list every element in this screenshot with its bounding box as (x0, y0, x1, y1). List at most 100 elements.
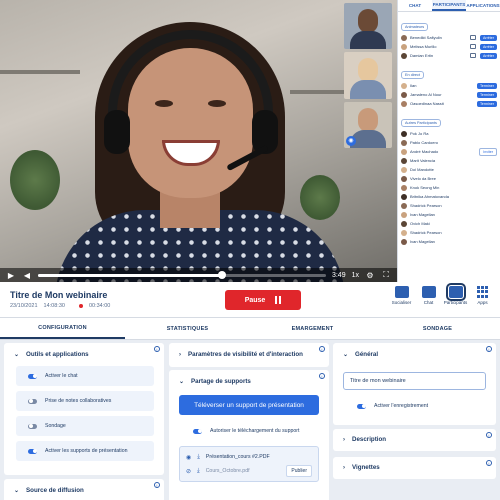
main-tab-configuration[interactable]: CONFIGURATION (0, 318, 125, 339)
fullscreen-icon[interactable]: ⛶ (381, 270, 391, 280)
settings-section-header[interactable]: › Description (333, 429, 496, 450)
main-tab-sondage[interactable]: SONDAGE (375, 318, 500, 339)
participant-row[interactable]: Knok Seong Min (401, 183, 497, 192)
tool-option-row[interactable]: Prise de notes collaboratives (16, 391, 154, 411)
participant-row[interactable]: Vivelo da Bree (401, 174, 497, 183)
screen-share-icon[interactable] (470, 35, 477, 40)
record-switch[interactable] (357, 403, 366, 409)
screen-share-icon[interactable] (470, 44, 477, 49)
info-icon[interactable]: i (319, 373, 325, 379)
main-tab-statistiques[interactable]: STATISTIQUES (125, 318, 250, 339)
video-progress-knob[interactable] (218, 270, 227, 279)
participant-avatar (401, 220, 407, 227)
screen-share-icon[interactable] (470, 53, 477, 58)
recording-time: 00:34:00 (88, 303, 111, 309)
participant-action-button[interactable]: Arrêter (480, 43, 497, 50)
speaker-thumbnail[interactable] (344, 3, 392, 50)
participant-action-button[interactable]: Terminer (477, 100, 497, 107)
info-icon[interactable]: i (486, 346, 492, 352)
eye-icon[interactable]: ◉ (186, 454, 191, 461)
webinar-title-input[interactable]: Titre de mon webinaire (343, 372, 486, 390)
participant-row[interactable]: Ovich Maki (401, 219, 497, 228)
file-row[interactable]: ⊘ ⤓ Cours_Octobre.pdf Publier (186, 464, 312, 478)
speaker-thumbnail[interactable]: ◉ (344, 101, 392, 148)
participant-row[interactable]: Benedikt Safiyulin Arrêter (401, 33, 497, 42)
allow-download-switch[interactable] (193, 428, 202, 434)
volume-icon[interactable]: ◀ (22, 270, 32, 280)
share-supports-header[interactable]: ⌄ Partage de supports (169, 370, 329, 393)
play-icon[interactable]: ▶ (6, 270, 16, 280)
panel-tabs: CHAT PARTICIPANTS APPLICATIONS (398, 0, 500, 12)
visibility-header[interactable]: › Paramètres de visibilité et d'interact… (169, 343, 329, 366)
toggle-switch[interactable] (28, 398, 37, 404)
participant-action-button[interactable]: Terminer (477, 91, 497, 98)
tool-socialiser[interactable]: Socialiser (388, 286, 415, 305)
participant-row[interactable]: Doi Mandotte (401, 165, 497, 174)
panel-tab-participants[interactable]: PARTICIPANTS (432, 0, 466, 11)
participant-row[interactable]: Melissa Murillo Arrêter (401, 42, 497, 51)
participant-row[interactable]: Britnika Ahmatovanda (401, 192, 497, 201)
participant-row[interactable]: Pok Jo Ra (401, 129, 497, 138)
speaker-thumbnail[interactable] (344, 52, 392, 99)
settings-gear-icon[interactable]: ⚙ (365, 270, 375, 280)
info-icon[interactable]: i (486, 432, 492, 438)
tool-option-row[interactable]: Activer les supports de présentation (16, 441, 154, 461)
info-icon[interactable]: i (486, 460, 492, 466)
participant-row[interactable]: Shadrick Pearson (401, 228, 497, 237)
chevron-down-icon: ⌄ (14, 488, 20, 494)
tools-apps-header[interactable]: ⌄ Outils et applications (4, 343, 164, 366)
participant-name: Marit Valencia (410, 158, 436, 163)
info-icon[interactable]: i (319, 346, 325, 352)
broadcast-source-card: i ⌄ Source de diffusion (4, 479, 164, 500)
playback-speed[interactable]: 1x (352, 272, 359, 279)
allow-download-label: Autoriser le téléchargement du support (210, 428, 300, 434)
broadcast-source-header[interactable]: ⌄ Source de diffusion (4, 479, 164, 500)
panel-tab-chat[interactable]: CHAT (398, 0, 432, 11)
participant-row[interactable]: Pablo Cardoero (401, 138, 497, 147)
panel-tab-applications[interactable]: APPLICATIONS (466, 0, 500, 11)
participant-row[interactable]: André Machado Inviter (401, 147, 497, 156)
video-progress-bar[interactable] (38, 270, 326, 279)
participant-action-button[interactable]: Arrêter (480, 34, 497, 41)
file-row[interactable]: ◉ ⤓ Présentation_cours #2.PDF (186, 450, 312, 464)
tool-option-row[interactable]: Sondage (16, 416, 154, 436)
participant-action-button[interactable]: Arrêter (480, 52, 497, 59)
eye-off-icon[interactable]: ⊘ (186, 468, 191, 475)
tool-participants[interactable]: Participants (442, 283, 469, 305)
pause-button[interactable]: Pause (225, 290, 301, 310)
info-icon[interactable]: i (154, 482, 160, 488)
tool-chat[interactable]: Chat (415, 286, 442, 305)
allow-download-toggle-row[interactable]: Autoriser le téléchargement du support (179, 421, 319, 441)
participant-row[interactable]: Damian Ertin Arrêter (401, 51, 497, 60)
upload-presentation-button[interactable]: Téléverser un support de présentation (179, 395, 319, 415)
participant-row[interactable]: Ivan Magellan (401, 210, 497, 219)
toggle-switch[interactable] (28, 423, 37, 429)
participant-action-button[interactable]: Terminer (477, 82, 497, 89)
record-toggle-row[interactable]: Activer l'enregistrement (343, 396, 486, 416)
participant-row[interactable]: Ivan Magellan (401, 237, 497, 246)
participant-row[interactable]: Marit Valencia (401, 156, 497, 165)
general-header[interactable]: ⌄ Général (333, 343, 496, 366)
info-icon[interactable]: i (154, 346, 160, 352)
settings-section-header[interactable]: › Vignettes (333, 457, 496, 478)
participant-row[interactable]: Jamaleno Al Nour Terminer (401, 90, 497, 99)
toggle-switch[interactable] (28, 448, 37, 454)
participant-row[interactable]: Shadrick Pearson (401, 201, 497, 210)
main-video[interactable]: ◉ ▶ ◀ 3:49 1x ⚙ ⛶ (0, 0, 397, 282)
tool-option-row[interactable]: Activer le chat (16, 366, 154, 386)
file-name: Présentation_cours #2.PDF (205, 454, 270, 460)
toggle-switch[interactable] (28, 373, 37, 379)
publish-button[interactable]: Publier (286, 465, 312, 477)
participant-row[interactable]: Ilan Terminer (401, 81, 497, 90)
chevron-down-icon: ⌄ (343, 352, 349, 358)
participant-name: Oasoedinaa Nassit (410, 101, 444, 106)
download-icon[interactable]: ⤓ (197, 454, 200, 461)
participant-avatar (401, 91, 407, 98)
download-icon[interactable]: ⤓ (197, 468, 200, 475)
participant-avatar (401, 148, 407, 155)
main-tab-emargement[interactable]: EMARGEMENT (250, 318, 375, 339)
participant-row[interactable]: Oasoedinaa Nassit Terminer (401, 99, 497, 108)
tools-apps-card: i ⌄ Outils et applications Activer le ch… (4, 343, 164, 475)
tool-apps[interactable]: Apps (469, 286, 496, 305)
participant-action-button[interactable]: Inviter (479, 147, 497, 156)
